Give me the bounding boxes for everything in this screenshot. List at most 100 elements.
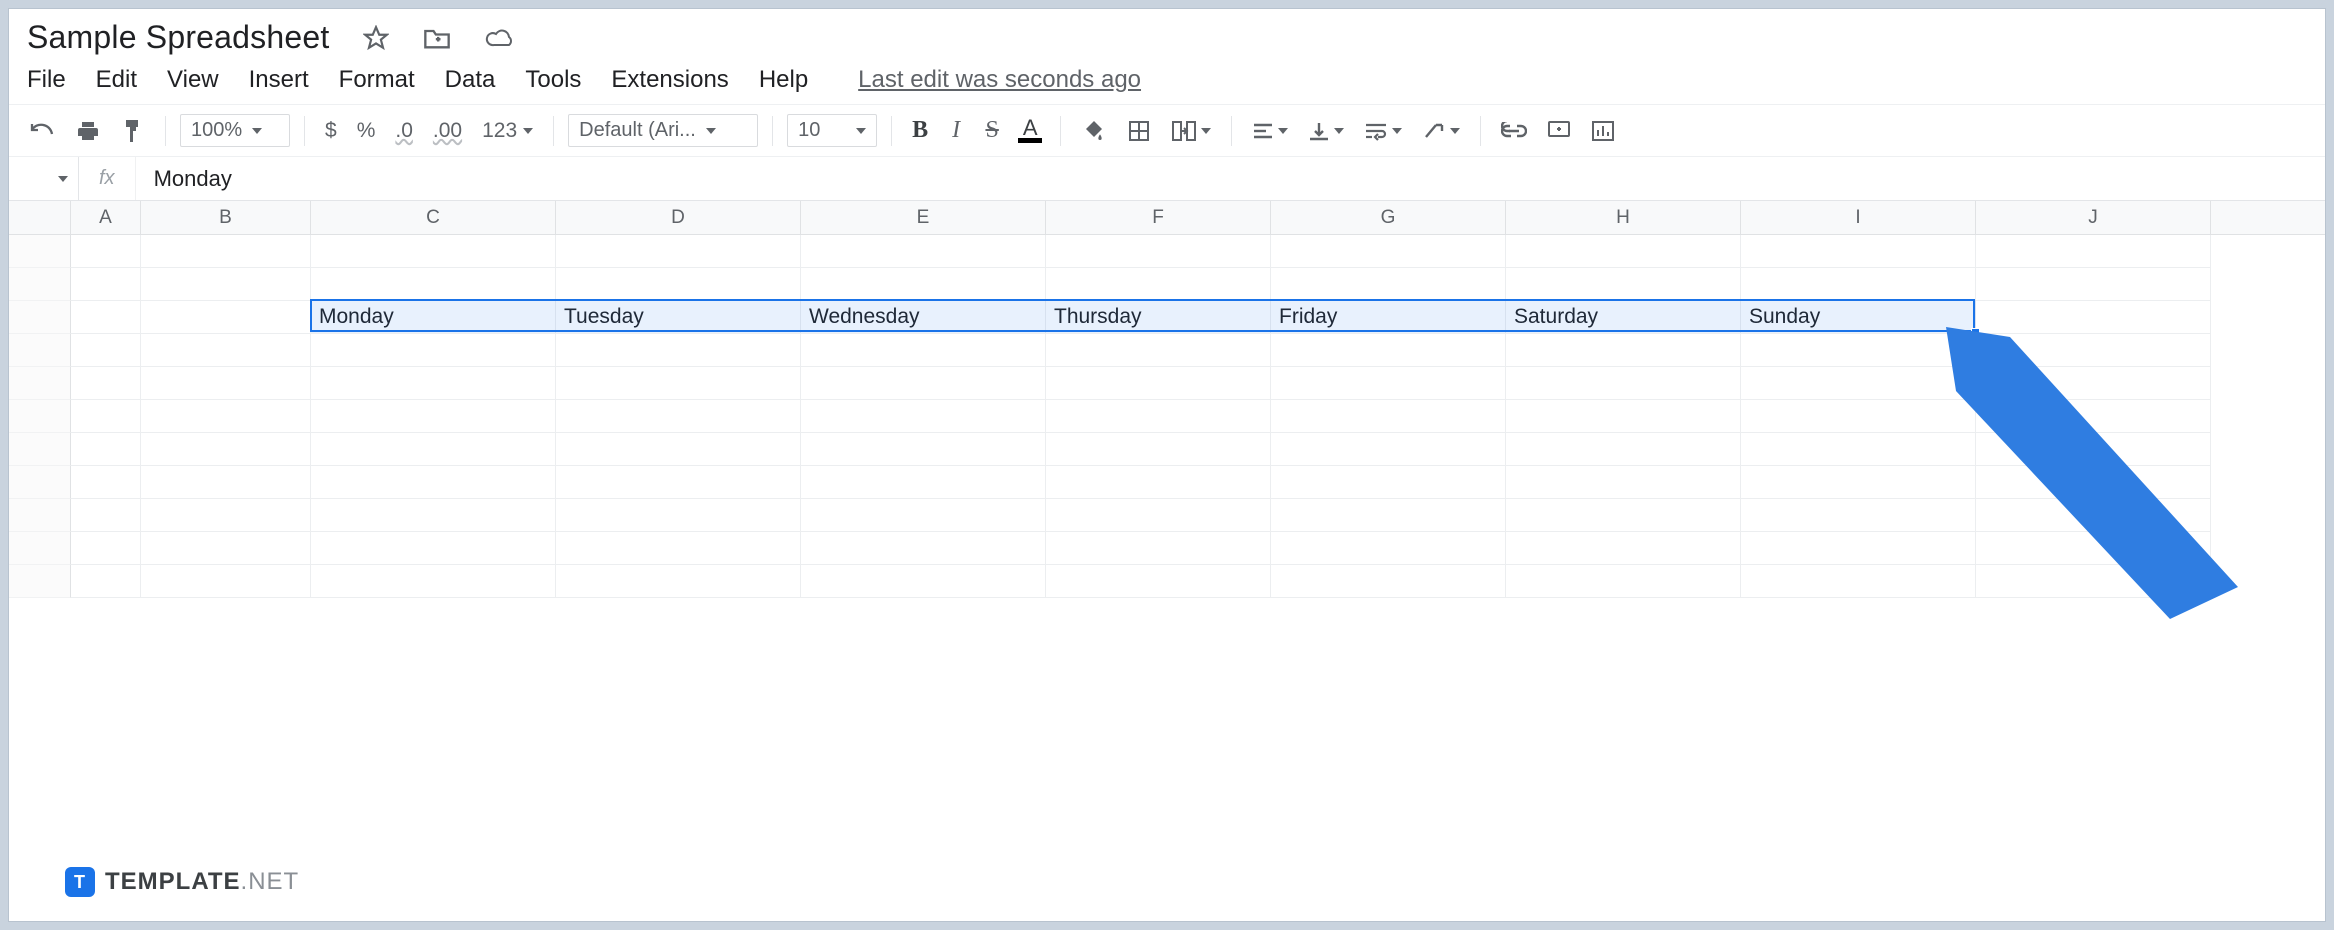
cell-C7[interactable] [311,433,556,466]
cell-H4[interactable] [1506,334,1741,367]
column-header-E[interactable]: E [801,201,1046,234]
cell-I11[interactable] [1741,565,1976,598]
text-wrap-dropdown[interactable] [1358,117,1408,145]
cell-A6[interactable] [71,400,141,433]
cell-H11[interactable] [1506,565,1741,598]
cell-G1[interactable] [1271,235,1506,268]
print-icon[interactable] [69,115,107,147]
column-header-B[interactable]: B [141,201,311,234]
text-color-button[interactable]: A [1014,117,1046,145]
menu-tools[interactable]: Tools [525,66,581,94]
format-percent-button[interactable]: % [351,115,382,147]
cell-J10[interactable] [1976,532,2211,565]
cell-F9[interactable] [1046,499,1271,532]
cell-G4[interactable] [1271,334,1506,367]
move-folder-icon[interactable] [417,22,457,54]
cell-F2[interactable] [1046,268,1271,301]
cell-G5[interactable] [1271,367,1506,400]
cell-E3[interactable]: Wednesday [801,301,1046,334]
cell-B6[interactable] [141,400,311,433]
cell-G10[interactable] [1271,532,1506,565]
cell-G8[interactable] [1271,466,1506,499]
cell-G11[interactable] [1271,565,1506,598]
cell-J3[interactable] [1976,301,2211,334]
cell-C3[interactable]: Monday [311,301,556,334]
star-icon[interactable] [357,21,395,55]
cell-F1[interactable] [1046,235,1271,268]
cell-A8[interactable] [71,466,141,499]
row-header[interactable] [9,433,71,466]
cell-E5[interactable] [801,367,1046,400]
cell-D11[interactable] [556,565,801,598]
column-header-D[interactable]: D [556,201,801,234]
italic-button[interactable]: I [942,113,970,148]
cell-J5[interactable] [1976,367,2211,400]
cell-H1[interactable] [1506,235,1741,268]
row-header[interactable] [9,367,71,400]
cell-D8[interactable] [556,466,801,499]
cell-J4[interactable] [1976,334,2211,367]
cell-C6[interactable] [311,400,556,433]
cell-E2[interactable] [801,268,1046,301]
merge-cells-dropdown[interactable] [1165,116,1217,146]
cell-F3[interactable]: Thursday [1046,301,1271,334]
cell-C8[interactable] [311,466,556,499]
cell-A9[interactable] [71,499,141,532]
select-all-corner[interactable] [9,201,71,234]
cell-B1[interactable] [141,235,311,268]
cell-G3[interactable]: Friday [1271,301,1506,334]
row-header[interactable] [9,334,71,367]
cell-F10[interactable] [1046,532,1271,565]
cell-C9[interactable] [311,499,556,532]
cell-C1[interactable] [311,235,556,268]
menu-data[interactable]: Data [445,66,496,94]
increase-decimal-button[interactable]: .00 [427,115,468,147]
column-header-A[interactable]: A [71,201,141,234]
paint-format-icon[interactable] [115,114,151,148]
cell-H7[interactable] [1506,433,1741,466]
cell-A3[interactable] [71,301,141,334]
cell-I7[interactable] [1741,433,1976,466]
cell-H10[interactable] [1506,532,1741,565]
cell-J6[interactable] [1976,400,2211,433]
menu-format[interactable]: Format [339,66,415,94]
cell-E10[interactable] [801,532,1046,565]
menu-file[interactable]: File [27,66,66,94]
cell-I1[interactable] [1741,235,1976,268]
cell-I4[interactable] [1741,334,1976,367]
cell-H3[interactable]: Saturday [1506,301,1741,334]
column-header-I[interactable]: I [1741,201,1976,234]
row-header[interactable] [9,532,71,565]
cell-E9[interactable] [801,499,1046,532]
row-header[interactable] [9,499,71,532]
cell-E7[interactable] [801,433,1046,466]
cell-B3[interactable] [141,301,311,334]
cell-J2[interactable] [1976,268,2211,301]
menu-insert[interactable]: Insert [249,66,309,94]
cloud-status-icon[interactable] [479,23,521,53]
cell-C2[interactable] [311,268,556,301]
insert-comment-button[interactable] [1541,116,1577,146]
cell-C10[interactable] [311,532,556,565]
cell-D2[interactable] [556,268,801,301]
row-header[interactable] [9,466,71,499]
cell-F6[interactable] [1046,400,1271,433]
cell-J11[interactable] [1976,565,2211,598]
text-rotation-dropdown[interactable] [1416,117,1466,145]
cell-A2[interactable] [71,268,141,301]
cell-G2[interactable] [1271,268,1506,301]
cell-I2[interactable] [1741,268,1976,301]
cell-D4[interactable] [556,334,801,367]
cell-I9[interactable] [1741,499,1976,532]
column-header-C[interactable]: C [311,201,556,234]
cell-E4[interactable] [801,334,1046,367]
vertical-align-dropdown[interactable] [1302,117,1350,145]
cell-B8[interactable] [141,466,311,499]
column-header-H[interactable]: H [1506,201,1741,234]
cell-J1[interactable] [1976,235,2211,268]
cell-J9[interactable] [1976,499,2211,532]
menu-view[interactable]: View [167,66,219,94]
name-box-dropdown[interactable] [9,157,79,200]
cell-H2[interactable] [1506,268,1741,301]
bold-button[interactable]: B [906,113,934,148]
